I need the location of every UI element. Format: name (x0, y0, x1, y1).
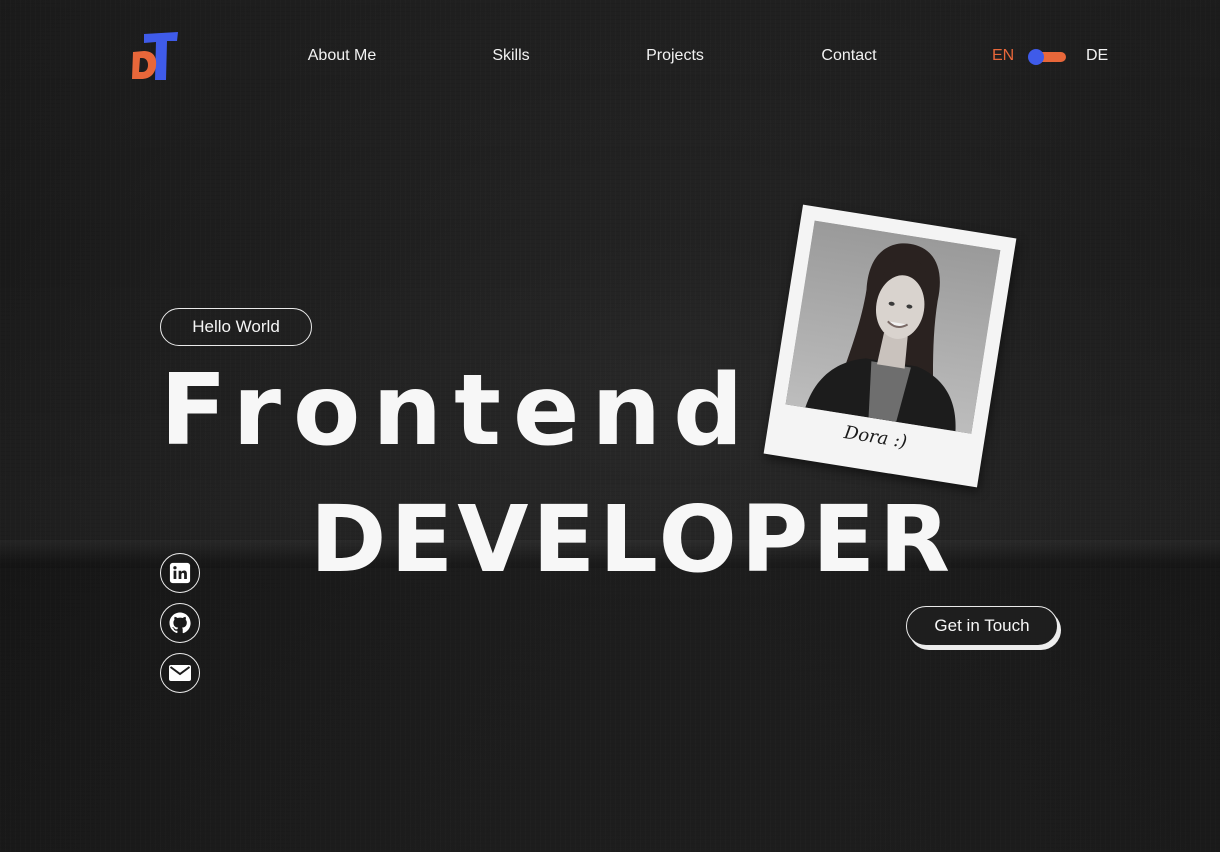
language-toggle[interactable] (1028, 49, 1066, 65)
nav-projects[interactable]: Projects (646, 47, 704, 65)
mail-icon (169, 665, 191, 681)
github-icon (169, 612, 191, 634)
hero-title-line-1: Frontend (160, 354, 756, 468)
hero-title-line-2: DEVELOPER (310, 486, 954, 593)
language-switch: EN DE (990, 47, 1110, 69)
get-in-touch-button[interactable]: Get in Touch (906, 606, 1058, 646)
polaroid-card: Dora :) (763, 204, 1017, 488)
github-link[interactable] (160, 603, 200, 643)
profile-photo (785, 220, 1001, 434)
linkedin-link[interactable] (160, 553, 200, 593)
page: About Me Skills Projects Contact EN DE H… (0, 0, 1220, 852)
hello-world-badge: Hello World (160, 308, 312, 346)
portrait-image (785, 220, 1001, 434)
linkedin-icon (169, 562, 191, 584)
nav-contact[interactable]: Contact (821, 47, 876, 65)
nav-about-me[interactable]: About Me (308, 47, 376, 65)
nav-skills[interactable]: Skills (492, 47, 529, 65)
email-link[interactable] (160, 653, 200, 693)
language-de-label[interactable]: DE (1086, 47, 1108, 65)
language-en-label[interactable]: EN (992, 47, 1014, 65)
language-toggle-knob[interactable] (1028, 49, 1044, 65)
